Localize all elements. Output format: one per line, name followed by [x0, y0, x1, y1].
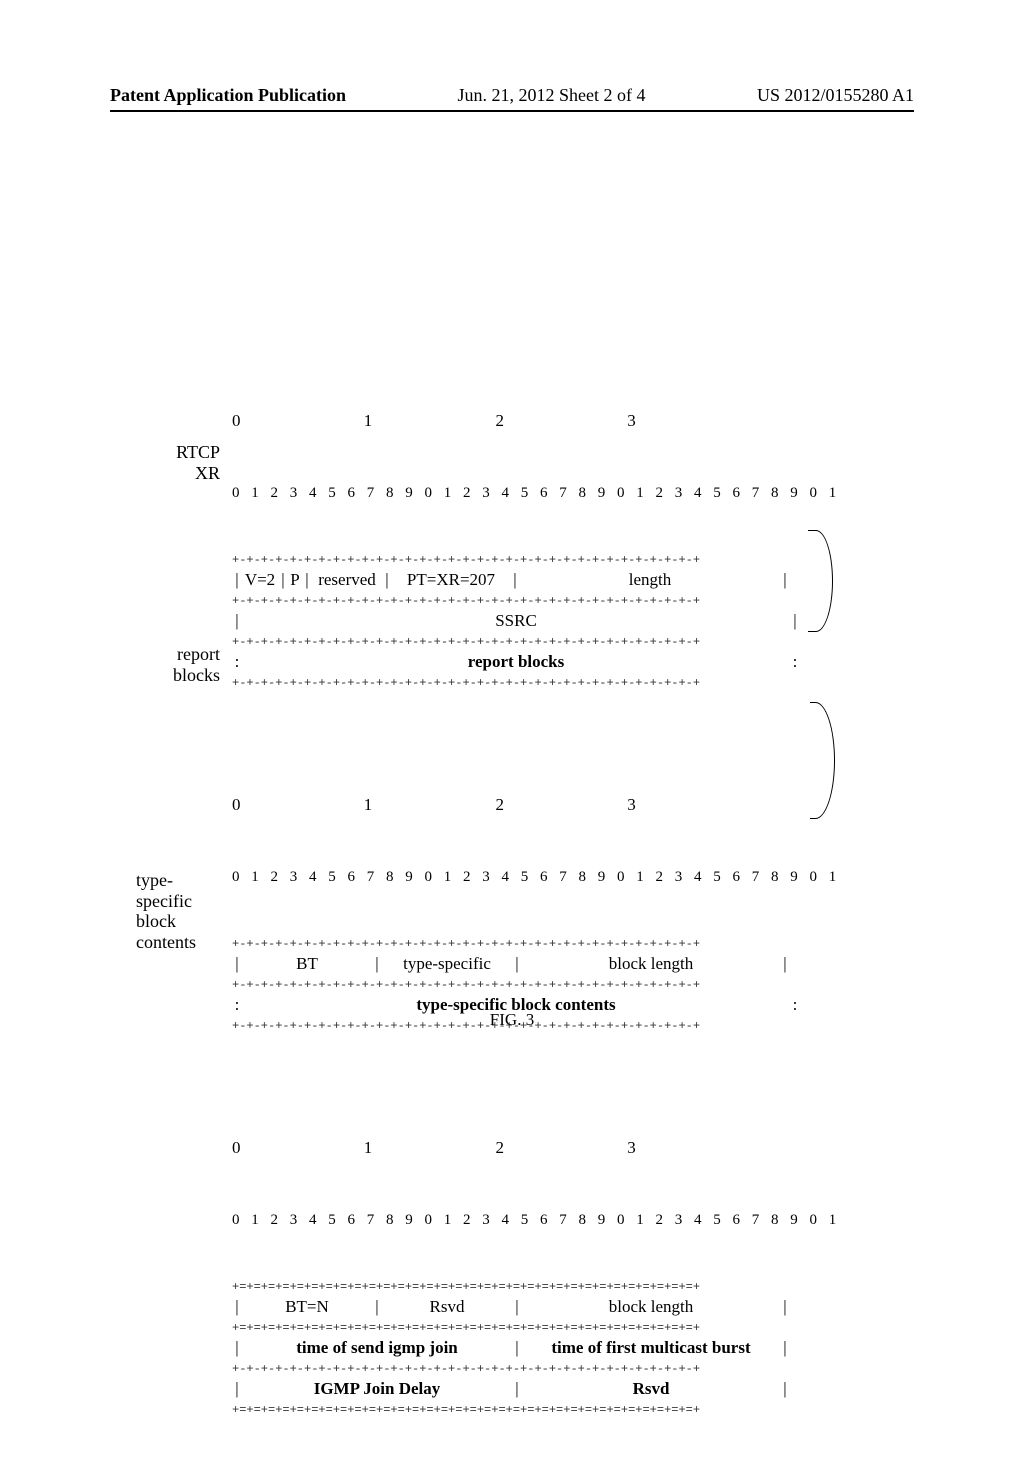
- border: +-+-+-+-+-+-+-+-+-+-+-+-+-+-+-+-+-+-+-+-…: [232, 938, 822, 950]
- figure: 0 1 2 3 0 1 2 3 4 5 6 7 8 9 0 1 2 3 4 5 …: [232, 360, 822, 1471]
- page-header: Patent Application Publication Jun. 21, …: [110, 85, 914, 112]
- field-bt-n: BT=N: [242, 1293, 372, 1322]
- field-bt: BT: [242, 950, 372, 979]
- block-report-blocks: 0 1 2 3 0 1 2 3 4 5 6 7 8 9 0 1 2 3 4 5 …: [232, 744, 822, 1032]
- border: +-+-+-+-+-+-+-+-+-+-+-+-+-+-+-+-+-+-+-+-…: [232, 677, 822, 689]
- figure-caption: FIG. 3: [0, 1010, 1024, 1030]
- field-igmp-join-delay: IGMP Join Delay: [242, 1375, 512, 1404]
- bit-scale: 0 1 2 3 4 5 6 7 8 9 0 1 2 3 4 5 6 7 8 9 …: [232, 867, 822, 889]
- row-header-fields: | V=2| P| reserved| PT=XR=207| length|: [232, 566, 822, 595]
- field-length: length: [520, 566, 780, 595]
- byte-scale: 0 1 2 3 0 1 2 3 4 5 6 7 8 9 0 1 2 3 4 5 …: [232, 1087, 822, 1281]
- field-v: V=2: [242, 566, 278, 595]
- field-p: P: [288, 566, 302, 595]
- bit-scale: 0 1 2 3 4 5 6 7 8 9 0 1 2 3 4 5 6 7 8 9 …: [232, 1210, 822, 1232]
- row-igmp-delay: | IGMP Join Delay| Rsvd|: [232, 1375, 822, 1404]
- row-ssrc: | SSRC |: [232, 607, 822, 636]
- byte-scale: 0 1 2 3 0 1 2 3 4 5 6 7 8 9 0 1 2 3 4 5 …: [232, 744, 822, 938]
- side-label-text: RTCP XR: [176, 442, 220, 483]
- field-rsvd-1: Rsvd: [382, 1293, 512, 1322]
- side-label-report-blocks: report blocks: [156, 644, 220, 685]
- byte-scale-top: 0 1 2 3: [232, 409, 822, 434]
- field-time-first-burst: time of first multicast burst: [522, 1334, 780, 1363]
- border: +-+-+-+-+-+-+-+-+-+-+-+-+-+-+-+-+-+-+-+-…: [232, 595, 822, 607]
- field-type-specific: type-specific: [382, 950, 512, 979]
- row-report-blocks: : report blocks :: [232, 648, 822, 677]
- border: +=+=+=+=+=+=+=+=+=+=+=+=+=+=+=+=+=+=+=+=…: [232, 1404, 822, 1416]
- border: +=+=+=+=+=+=+=+=+=+=+=+=+=+=+=+=+=+=+=+=…: [232, 1281, 822, 1293]
- header-left: Patent Application Publication: [110, 85, 346, 106]
- side-label-type-specific: type- specific block contents: [136, 870, 220, 953]
- field-report-blocks: report blocks: [242, 648, 790, 677]
- row-bt: | BT| type-specific| block length|: [232, 950, 822, 979]
- border: +=+=+=+=+=+=+=+=+=+=+=+=+=+=+=+=+=+=+=+=…: [232, 1322, 822, 1334]
- border: +-+-+-+-+-+-+-+-+-+-+-+-+-+-+-+-+-+-+-+-…: [232, 979, 822, 991]
- field-time-send-igmp: time of send igmp join: [242, 1334, 512, 1363]
- bit-scale: 0 1 2 3 4 5 6 7 8 9 0 1 2 3 4 5 6 7 8 9 …: [232, 483, 822, 505]
- field-ssrc: SSRC: [242, 607, 790, 636]
- field-block-length: block length: [522, 950, 780, 979]
- byte-scale: 0 1 2 3 0 1 2 3 4 5 6 7 8 9 0 1 2 3 4 5 …: [232, 360, 822, 554]
- field-reserved: reserved: [312, 566, 382, 595]
- header-right: US 2012/0155280 A1: [757, 85, 914, 106]
- row-btn: | BT=N| Rsvd| block length|: [232, 1293, 822, 1322]
- border: +-+-+-+-+-+-+-+-+-+-+-+-+-+-+-+-+-+-+-+-…: [232, 1363, 822, 1375]
- header-center: Jun. 21, 2012 Sheet 2 of 4: [458, 85, 646, 106]
- block-type-specific-contents: 0 1 2 3 0 1 2 3 4 5 6 7 8 9 0 1 2 3 4 5 …: [232, 1087, 822, 1416]
- byte-scale-top: 0 1 2 3: [232, 1136, 822, 1161]
- side-label-text: report blocks: [173, 644, 220, 685]
- border: +-+-+-+-+-+-+-+-+-+-+-+-+-+-+-+-+-+-+-+-…: [232, 554, 822, 566]
- field-block-length-2: block length: [522, 1293, 780, 1322]
- block-rtcp-xr: 0 1 2 3 0 1 2 3 4 5 6 7 8 9 0 1 2 3 4 5 …: [232, 360, 822, 689]
- border: +-+-+-+-+-+-+-+-+-+-+-+-+-+-+-+-+-+-+-+-…: [232, 636, 822, 648]
- side-label-text: type- specific block contents: [136, 870, 196, 952]
- side-label-rtcp-xr: RTCP XR: [160, 442, 220, 483]
- byte-scale-top: 0 1 2 3: [232, 793, 822, 818]
- field-rsvd-2: Rsvd: [522, 1375, 780, 1404]
- field-pt: PT=XR=207: [392, 566, 510, 595]
- row-times: | time of send igmp join| time of first …: [232, 1334, 822, 1363]
